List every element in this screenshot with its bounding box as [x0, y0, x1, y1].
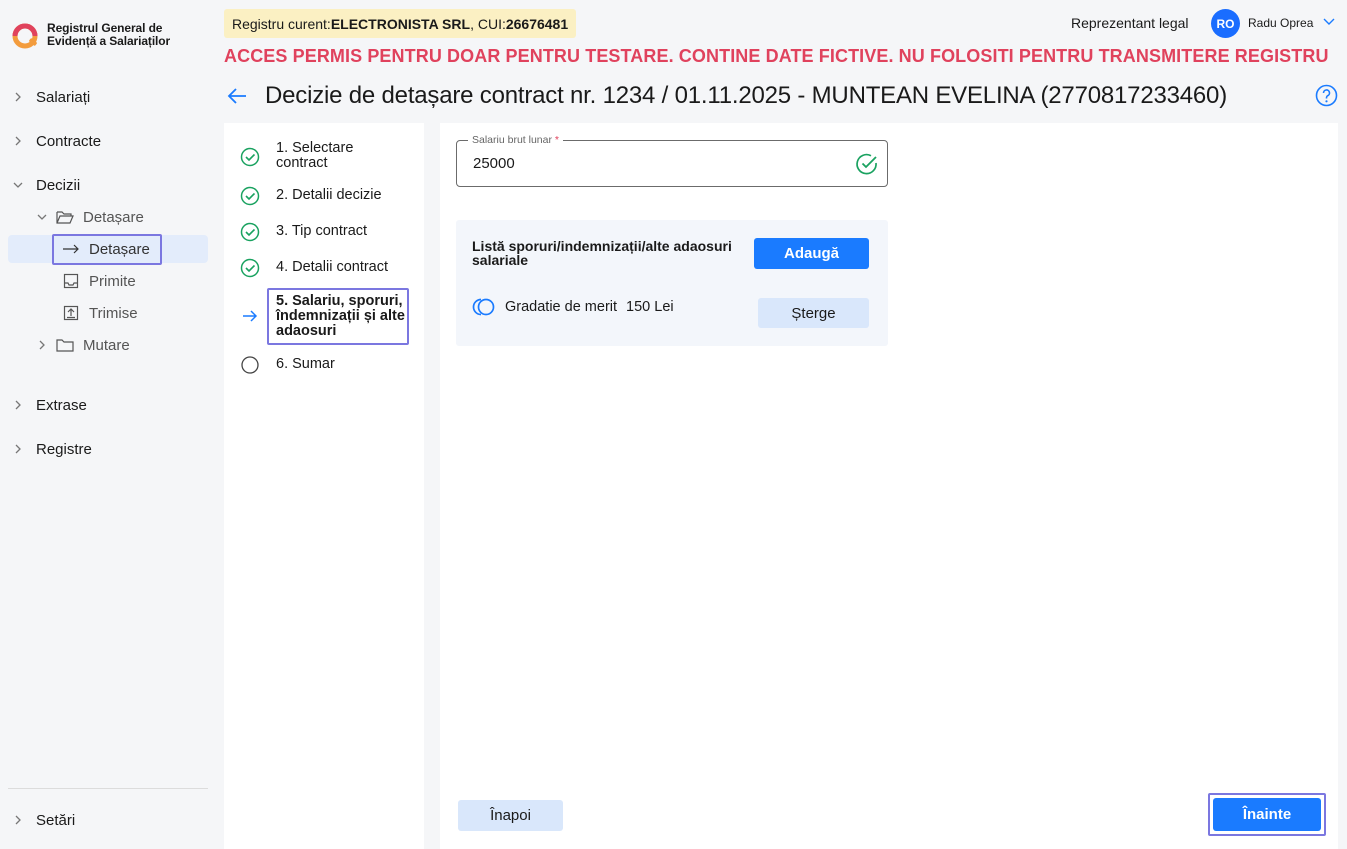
sidebar-item-setari[interactable]: Setări — [8, 805, 208, 835]
registry-cui: 26676481 — [505, 15, 569, 32]
step-label: 6. Sumar — [276, 356, 335, 372]
step-label-line1: 1. Selectare — [276, 140, 354, 156]
sidebar-subitem-label: Mutare — [83, 336, 130, 354]
step-6[interactable]: 6. Sumar — [224, 355, 424, 377]
registry-company: ELECTRONISTA SRL — [330, 15, 471, 32]
sidebar-subitem-label: Detașare — [83, 208, 144, 226]
user-role: Reprezentant legal — [1071, 15, 1189, 31]
registry-cui-prefix: , CUI: — [470, 15, 506, 32]
sidebar-subitem-label: Primite — [89, 272, 136, 290]
user-name[interactable]: Radu Oprea — [1248, 16, 1313, 30]
sidebar-subitem-trimise[interactable]: Trimise — [62, 299, 138, 327]
registry-prefix: Registru curent: — [232, 15, 331, 32]
step-1[interactable]: 1. Selectare contract — [224, 141, 424, 173]
logo-icon — [12, 22, 40, 50]
step-label: 1. Selectare contract — [276, 141, 353, 171]
field-label-text: Salariu brut lunar — [472, 134, 552, 146]
sidebar-subitem-primite[interactable]: Primite — [62, 267, 136, 295]
chevron-right-icon — [36, 336, 48, 354]
step-label: 3. Tip contract — [276, 223, 368, 239]
sidebar-item-registre[interactable]: Registre — [8, 434, 208, 464]
valid-check-icon — [855, 152, 879, 176]
list-item: Gradatie de merit 150 Lei — [472, 297, 674, 317]
sidebar-item-label: Decizii — [36, 176, 81, 194]
app-title-line2: Evidență a Salariaților — [47, 34, 171, 48]
back-arrow-icon[interactable] — [226, 85, 248, 107]
bonus-amount: 150 Lei — [626, 299, 674, 315]
delete-bonus-button[interactable]: Șterge — [758, 298, 869, 328]
chevron-right-icon — [10, 444, 26, 454]
chevron-right-icon — [10, 136, 26, 146]
check-circle-icon — [240, 258, 260, 278]
step-2[interactable]: 2. Detalii decizie — [224, 186, 424, 208]
help-icon[interactable] — [1315, 84, 1338, 107]
app-logo[interactable]: Registrul General de Evidență a Salariaț… — [12, 22, 170, 50]
inbox-icon — [62, 272, 80, 290]
sidebar-item-salariati[interactable]: Salariați — [8, 82, 208, 112]
arrow-right-icon — [240, 306, 260, 326]
focus-outline — [267, 288, 409, 345]
test-warning-banner: ACCES PERMIS PENTRU DOAR PENTRU TESTARE.… — [224, 46, 1329, 66]
chevron-down-icon — [10, 180, 26, 190]
chevron-down-icon — [36, 208, 48, 226]
page-title: Decizie de detașare contract nr. 1234 / … — [265, 82, 1227, 109]
app-title: Registrul General de Evidență a Salariaț… — [47, 22, 170, 48]
sidebar: Registrul General de Evidență a Salariaț… — [0, 0, 216, 849]
sidebar-item-label: Contracte — [36, 132, 102, 150]
next-button[interactable]: Înainte — [1213, 798, 1321, 831]
chevron-down-icon[interactable] — [1322, 14, 1336, 28]
check-circle-icon — [240, 147, 260, 167]
wizard-steps-panel: 1. Selectare contract 2. Detalii decizie… — [224, 123, 424, 849]
field-label: Salariu brut lunar * — [468, 134, 563, 146]
sidebar-item-contracte[interactable]: Contracte — [8, 126, 208, 156]
step-3[interactable]: 3. Tip contract — [224, 222, 424, 244]
bonus-name: Gradatie de merit — [505, 299, 618, 315]
add-bonus-button[interactable]: Adaugă — [754, 238, 869, 269]
sidebar-item-decizii[interactable]: Decizii — [8, 170, 208, 200]
sidebar-item-label: Salariați — [36, 88, 91, 106]
chevron-right-icon — [10, 92, 26, 102]
sidebar-subitem-label: Trimise — [89, 304, 138, 322]
sidebar-item-label: Extrase — [36, 396, 87, 414]
sidebar-subitem-mutare[interactable]: Mutare — [36, 331, 130, 359]
step-label-line2: contract — [276, 155, 328, 171]
sidebar-divider — [8, 788, 208, 789]
sidebar-item-label: Registre — [36, 440, 92, 458]
toggle-icon[interactable] — [472, 297, 496, 317]
check-circle-icon — [240, 222, 260, 242]
main-form-panel: Salariu brut lunar * 25000 Listă sporuri… — [440, 123, 1338, 849]
folder-icon — [56, 336, 74, 354]
empty-circle-icon — [240, 355, 260, 375]
current-registry-badge[interactable]: Registru curent: ELECTRONISTA SRL , CUI:… — [224, 9, 577, 38]
step-4[interactable]: 4. Detalii contract — [224, 258, 424, 280]
upload-box-icon — [62, 304, 80, 322]
chevron-right-icon — [10, 815, 26, 825]
bonus-list-section: Listă sporuri/indemnizații/alte adaosuri… — [456, 220, 888, 346]
gross-salary-input[interactable]: 25000 — [473, 155, 515, 172]
step-label: 4. Detalii contract — [276, 259, 389, 275]
check-circle-icon — [240, 186, 260, 206]
required-mark: * — [554, 134, 559, 146]
sidebar-item-label: Setări — [36, 811, 76, 829]
sidebar-item-extrase[interactable]: Extrase — [8, 390, 208, 420]
bonus-list-title: Listă sporuri/indemnizații/alte adaosuri… — [472, 238, 732, 268]
chevron-right-icon — [10, 400, 26, 410]
avatar[interactable]: RO — [1211, 9, 1240, 38]
gross-salary-field[interactable]: Salariu brut lunar * 25000 — [456, 134, 888, 187]
back-button[interactable]: Înapoi — [458, 800, 563, 831]
focus-outline — [52, 234, 162, 265]
sidebar-subitem-detasare-folder[interactable]: Detașare — [36, 203, 144, 231]
folder-open-icon — [56, 208, 74, 226]
step-label: 2. Detalii decizie — [276, 187, 382, 203]
